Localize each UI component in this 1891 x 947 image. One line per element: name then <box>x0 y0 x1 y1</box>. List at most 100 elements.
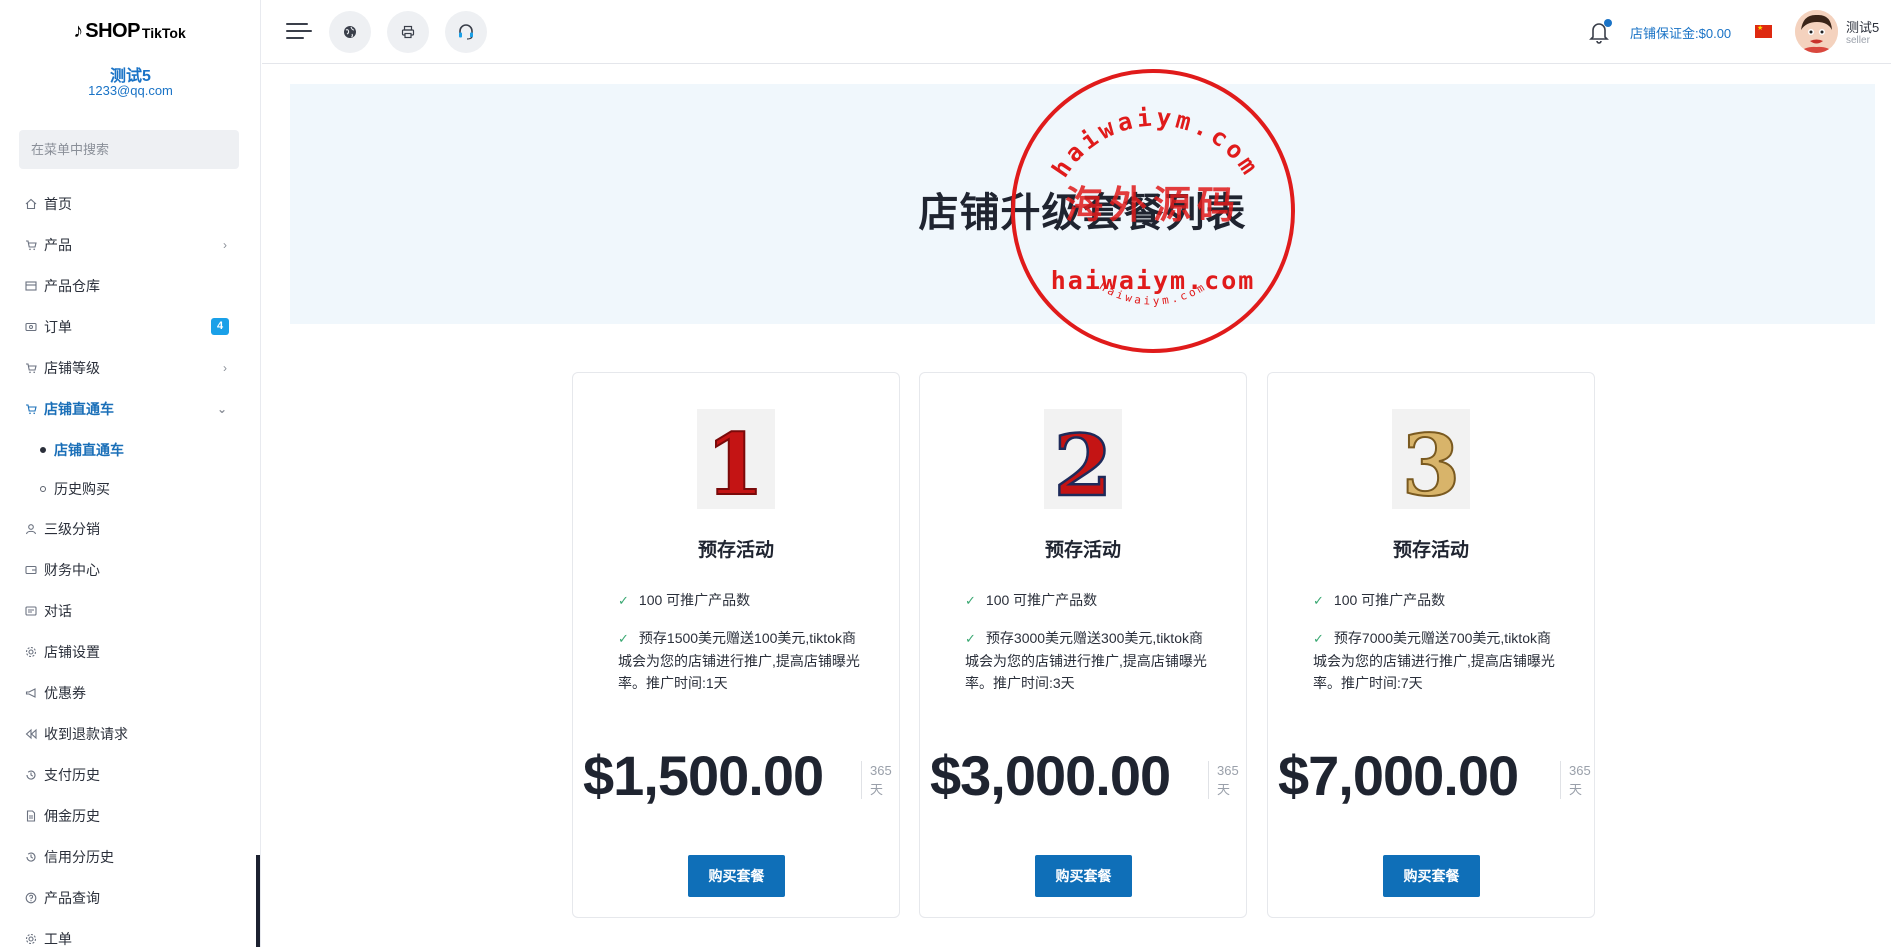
sidebar-item-label: 三级分销 <box>44 521 100 537</box>
rank-2-image: 2 <box>1044 409 1122 516</box>
sidebar-item-label: 店铺设置 <box>44 644 100 660</box>
shop-tiktok-logo[interactable]: ♪ SHOP TikTok <box>67 16 192 46</box>
notification-bell-icon[interactable] <box>1589 19 1613 45</box>
sidebar-item-label: 信用分历史 <box>44 849 114 865</box>
china-flag-icon[interactable]: ★ <box>1755 25 1772 38</box>
chevron-down-icon: ⌄ <box>216 402 227 416</box>
stamp-url-text: haiwaiym.com <box>1051 266 1256 295</box>
package-price: $3,000.00 <box>930 744 1171 807</box>
menu-search-input[interactable] <box>19 130 239 169</box>
chat-icon <box>24 605 37 618</box>
sidebar-user-email: 1233@qq.com <box>88 83 173 98</box>
package-period: 365 天 <box>861 761 892 799</box>
sidebar-item-tickets[interactable]: 工单 <box>24 927 237 947</box>
orders-count-badge: 4 <box>211 318 229 335</box>
history-icon <box>24 769 37 782</box>
check-icon: ✓ <box>1313 631 1324 646</box>
sidebar-item-payment-history[interactable]: 支付历史 <box>24 763 237 787</box>
haiwaiym-stamp-watermark: haiwaiym.com 海外源码 haiwaiym.com haiwaiym.… <box>1011 69 1295 353</box>
store-deposit-value: $0.00 <box>1698 26 1732 41</box>
rank-3-image: 3 <box>1392 409 1470 516</box>
rank-number: 3 <box>1402 416 1460 509</box>
sidebar-item-store-express[interactable]: 店铺直通车 ⌄ <box>24 397 237 421</box>
sidebar-item-label: 首页 <box>44 196 72 212</box>
history-icon <box>24 851 37 864</box>
megaphone-icon <box>24 687 37 700</box>
package-feature: ✓ 预存3000美元赠送300美元,tiktok商城会为您的店铺进行推广,提高店铺… <box>965 630 1207 691</box>
package-title: 预存活动 <box>1392 540 1469 561</box>
package-period: 365 天 <box>1208 761 1239 799</box>
sidebar-item-label: 店铺直通车 <box>44 401 114 417</box>
logo-main-text: SHOP <box>85 19 140 42</box>
home-icon <box>24 198 37 211</box>
sidebar-item-products[interactable]: 产品 › <box>24 233 237 257</box>
sidebar-item-refund-requests[interactable]: 收到退款请求 <box>24 722 237 746</box>
sidebar-item-store-settings[interactable]: 店铺设置 <box>24 640 237 664</box>
sidebar-item-label: 产品查询 <box>44 890 100 906</box>
question-icon <box>24 892 37 905</box>
tiktok-note-icon: ♪ <box>73 20 84 42</box>
package-title: 预存活动 <box>697 540 774 561</box>
sidebar-item-label: 收到退款请求 <box>44 726 128 742</box>
sidebar-item-home[interactable]: 首页 <box>24 192 237 216</box>
sidebar-item-finance[interactable]: 财务中心 <box>24 558 237 582</box>
rewind-icon <box>24 728 37 741</box>
sidebar-item-credit-history[interactable]: 信用分历史 <box>24 845 237 869</box>
check-icon: ✓ <box>1313 593 1324 608</box>
sidebar-subitem-store-express[interactable]: 店铺直通车 <box>40 439 124 461</box>
check-icon: ✓ <box>965 631 976 646</box>
package-feature: ✓ 100 可推广产品数 <box>965 592 1098 608</box>
sidebar-item-commission-history[interactable]: 佣金历史 <box>24 804 237 828</box>
notification-dot <box>1604 19 1612 27</box>
headset-icon <box>459 24 473 40</box>
document-icon <box>24 810 37 823</box>
warehouse-icon <box>24 280 37 293</box>
stamp-center-text: 海外源码 <box>1065 183 1241 227</box>
package-card: 1 预存活动 ✓ 100 可推广产品数 ✓ 预存1500美元赠送100美元,tikt… <box>572 372 900 918</box>
sidebar-subitem-label: 历史购买 <box>54 481 110 497</box>
package-price: $1,500.00 <box>583 744 824 807</box>
sidebar-item-store-level[interactable]: 店铺等级 › <box>24 356 237 380</box>
chevron-right-icon: › <box>223 238 227 252</box>
sidebar-item-label: 产品仓库 <box>44 278 100 294</box>
gear-icon <box>24 646 37 659</box>
package-feature: ✓ 预存7000美元赠送700美元,tiktok商城会为您的店铺进行推广,提高店铺… <box>1313 630 1555 691</box>
sidebar-subitem-purchase-history[interactable]: 历史购买 <box>40 478 110 500</box>
store-deposit: 店铺保证金:$0.00 <box>1630 23 1731 42</box>
buy-package-button[interactable]: 购买套餐 <box>1035 855 1132 897</box>
svg-text:haiwaiym.com: haiwaiym.com <box>1046 103 1265 182</box>
print-button[interactable] <box>387 11 429 53</box>
cart-icon <box>24 362 37 375</box>
package-feature: ✓ 100 可推广产品数 <box>1313 592 1446 608</box>
sidebar-item-product-query[interactable]: 产品查询 <box>24 886 237 910</box>
sidebar-item-distribution[interactable]: 三级分销 <box>24 517 237 541</box>
package-period: 365 天 <box>1560 761 1591 799</box>
globe-button[interactable] <box>329 11 371 53</box>
bullet-dot-icon <box>40 447 46 453</box>
check-icon: ✓ <box>965 593 976 608</box>
sidebar-item-coupons[interactable]: 优惠券 <box>24 681 237 705</box>
cart-icon <box>24 403 37 416</box>
avatar[interactable] <box>1795 10 1838 53</box>
package-title: 预存活动 <box>1044 540 1121 561</box>
order-icon <box>24 321 37 334</box>
sidebar-item-label: 优惠券 <box>44 685 86 701</box>
sidebar: ♪ SHOP TikTok 测试5 1233@qq.com 首页 产品 › 产品… <box>0 0 261 947</box>
menu-toggle-icon[interactable] <box>286 20 312 42</box>
sidebar-item-label: 对话 <box>44 603 72 619</box>
buy-package-button[interactable]: 购买套餐 <box>688 855 785 897</box>
package-card: 3 预存活动 ✓ 100 可推广产品数 ✓ 预存7000美元赠送700美元,tikt… <box>1267 372 1595 918</box>
sidebar-item-chat[interactable]: 对话 <box>24 599 237 623</box>
topbar-user-name: 测试5 <box>1846 20 1880 35</box>
wallet-icon <box>24 564 37 577</box>
sidebar-scrollbar[interactable] <box>256 855 260 947</box>
bullet-dot-icon <box>40 486 46 492</box>
sidebar-item-orders[interactable]: 订单 4 <box>24 315 237 339</box>
package-feature: ✓ 预存1500美元赠送100美元,tiktok商城会为您的店铺进行推广,提高店铺… <box>618 630 860 691</box>
cart-icon <box>24 239 37 252</box>
sidebar-item-warehouse[interactable]: 产品仓库 <box>24 274 237 298</box>
user-icon <box>24 523 37 536</box>
logo-sub-text: TikTok <box>141 25 186 41</box>
support-button[interactable] <box>445 11 487 53</box>
buy-package-button[interactable]: 购买套餐 <box>1383 855 1480 897</box>
